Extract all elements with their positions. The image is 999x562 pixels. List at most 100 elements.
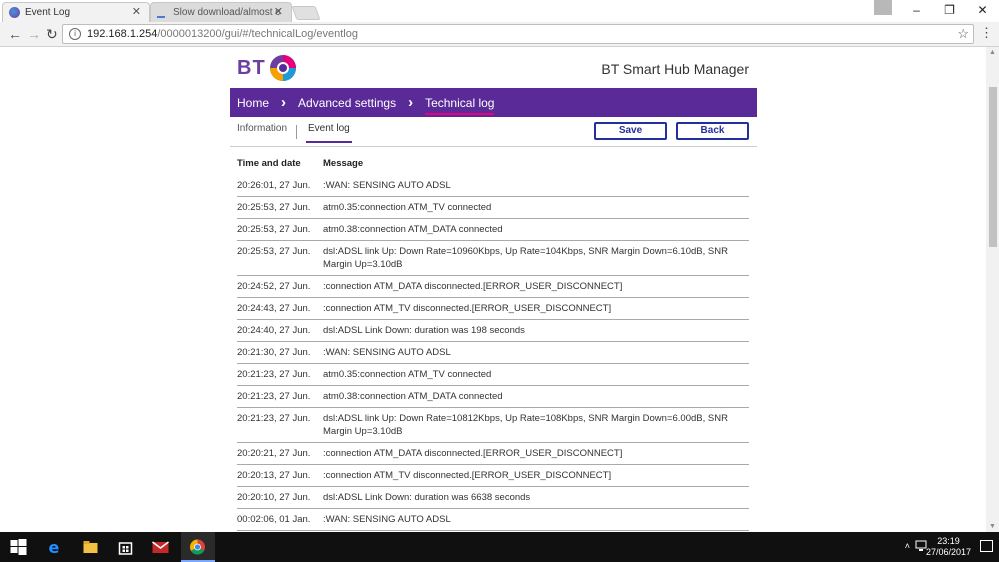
close-tab-icon[interactable]: ✕ [132, 5, 141, 18]
table-row: 20:24:40, 27 Jun. dsl:ADSL Link Down: dur… [237, 320, 749, 342]
table-header: Time and date Message [237, 151, 749, 175]
url-path: /0000013200/gui/#/technicalLog/eventlog [157, 28, 358, 40]
log-message: :connection ATM_DATA disconnected.[ERROR… [323, 448, 623, 459]
log-time: 20:24:40, 27 Jun. [237, 325, 311, 336]
mail-icon[interactable] [152, 539, 169, 555]
table-row: 20:24:43, 27 Jun. :connection ATM_TV disc… [237, 298, 749, 320]
table-row: 20:20:10, 27 Jun. dsl:ADSL Link Down: dur… [237, 487, 749, 509]
bookmark-star-icon[interactable]: ☆ [957, 26, 969, 42]
notifications-icon[interactable] [980, 540, 993, 552]
log-message: atm0.38:connection ATM_DATA connected [323, 391, 503, 402]
window-controls: – ❐ ✕ [900, 0, 999, 22]
browser-toolbar: ← → ↻ i 192.168.1.254/0000013200/gui/#/t… [0, 22, 999, 47]
log-time: 20:25:53, 27 Jun. [237, 224, 311, 235]
edge-browser-icon[interactable]: e [47, 539, 64, 555]
profile-icon[interactable] [874, 0, 892, 15]
browser-tab-slow-download[interactable]: Slow download/almost c ✕ [150, 2, 292, 22]
file-explorer-icon[interactable] [82, 539, 99, 555]
log-time: 20:20:13, 27 Jun. [237, 470, 311, 481]
back-arrow-icon[interactable]: ← [8, 26, 22, 42]
column-header-time: Time and date [237, 157, 301, 169]
log-message: atm0.35:connection ATM_TV connected [323, 369, 492, 380]
bt-logo-text: BT [237, 56, 266, 79]
log-message: :WAN: SENSING AUTO ADSL [323, 347, 451, 358]
log-message: :WAN: SENSING AUTO ADSL [323, 514, 451, 525]
reload-icon[interactable]: ↻ [46, 26, 58, 43]
tab-divider [296, 125, 297, 139]
table-row: 20:25:53, 27 Jun. dsl:ADSL link Up: Down … [237, 241, 749, 276]
log-time: 20:20:21, 27 Jun. [237, 448, 311, 459]
chevron-right-icon: › [408, 94, 414, 111]
svg-text:e: e [49, 539, 60, 555]
chrome-icon [190, 539, 205, 555]
breadcrumb: Home › Advanced settings › Technical log [230, 88, 757, 117]
windows-start-icon[interactable] [10, 539, 27, 555]
scroll-up-icon[interactable]: ▲ [989, 49, 996, 56]
close-tab-icon[interactable]: ✕ [274, 5, 283, 18]
log-message: :connection ATM_TV disconnected.[ERROR_U… [323, 470, 612, 481]
menu-icon[interactable]: ⋮ [980, 26, 993, 40]
log-time: 20:25:53, 27 Jun. [237, 202, 311, 213]
table-row: 20:20:21, 27 Jun. :connection ATM_DATA di… [237, 443, 749, 465]
log-message: :connection ATM_TV disconnected.[ERROR_U… [323, 303, 612, 314]
save-button[interactable]: Save [594, 122, 667, 140]
breadcrumb-home[interactable]: Home [237, 96, 269, 110]
clock-time: 23:19 [937, 536, 960, 546]
log-time: 20:24:43, 27 Jun. [237, 303, 311, 314]
log-time: 20:21:23, 27 Jun. [237, 369, 311, 380]
tab-title: Slow download/almost c [173, 7, 281, 18]
table-row: 20:25:53, 27 Jun. atm0.35:connection ATM_… [237, 197, 749, 219]
minimize-button[interactable]: – [900, 0, 933, 22]
table-row: 20:21:23, 27 Jun. atm0.38:connection ATM_… [237, 386, 749, 408]
table-row: 20:21:23, 27 Jun. atm0.35:connection ATM_… [237, 364, 749, 386]
log-time: 20:25:53, 27 Jun. [237, 246, 311, 257]
browser-tabstrip: Event Log ✕ Slow download/almost c ✕ – ❐… [0, 0, 999, 22]
scroll-down-icon[interactable]: ▼ [989, 523, 996, 530]
breadcrumb-technical-log[interactable]: Technical log [425, 96, 495, 115]
table-row: 20:21:23, 27 Jun. dsl:ADSL link Up: Down … [237, 408, 749, 443]
bt-logo: BT [237, 53, 298, 83]
tab-information[interactable]: Information [237, 123, 287, 134]
breadcrumb-advanced-settings[interactable]: Advanced settings [298, 96, 396, 110]
loading-favicon-icon [157, 16, 165, 18]
log-message: atm0.38:connection ATM_DATA connected [323, 224, 503, 235]
close-window-button[interactable]: ✕ [966, 0, 999, 22]
page-title: BT Smart Hub Manager [601, 61, 749, 77]
new-tab-button[interactable] [291, 6, 321, 20]
log-time: 20:21:30, 27 Jun. [237, 347, 311, 358]
page-scrollbar[interactable]: ▲ ▼ [986, 47, 999, 532]
chevron-up-icon[interactable]: ˄ [905, 541, 910, 551]
browser-tab-event-log[interactable]: Event Log ✕ [2, 2, 150, 22]
clock[interactable]: 23:19 27/06/2017 [926, 536, 971, 558]
column-header-message: Message [323, 157, 364, 169]
tab-event-log[interactable]: Event log [306, 123, 352, 143]
log-message: dsl:ADSL link Up: Down Rate=10960Kbps, U… [323, 246, 728, 270]
log-message: atm0.35:connection ATM_TV connected [323, 202, 492, 213]
back-button[interactable]: Back [676, 122, 749, 140]
table-row: 20:26:01, 27 Jun.:WAN: SENSING AUTO ADSL [237, 175, 749, 197]
forward-arrow-icon[interactable]: → [27, 26, 41, 42]
log-message: :connection ATM_DATA disconnected.[ERROR… [323, 281, 623, 292]
subnav: Information Event log Save Back [230, 117, 757, 147]
store-icon[interactable] [117, 539, 134, 555]
restore-button[interactable]: ❐ [933, 0, 966, 22]
chrome-taskbar-button[interactable] [181, 532, 215, 562]
table-row: 20:20:13, 27 Jun. :connection ATM_TV disc… [237, 465, 749, 487]
table-row: 20:25:53, 27 Jun. atm0.38:connection ATM_… [237, 219, 749, 241]
table-row: 20:21:30, 27 Jun. :WAN: SENSING AUTO ADSL [237, 342, 749, 364]
log-message: dsl:ADSL link Up: Down Rate=10812Kbps, U… [323, 413, 728, 437]
scrollbar-thumb[interactable] [989, 87, 997, 247]
address-bar[interactable]: i 192.168.1.254/0000013200/gui/#/technic… [62, 24, 974, 44]
log-time: 20:20:10, 27 Jun. [237, 492, 311, 503]
tab-title: Event Log [25, 7, 71, 18]
log-time: 00:02:06, 01 Jan. [237, 514, 311, 525]
log-time: 20:21:23, 27 Jun. [237, 413, 311, 424]
info-icon[interactable]: i [69, 28, 81, 40]
log-message: :WAN: SENSING AUTO ADSL [323, 180, 451, 191]
table-row: 00:02:06, 01 Jan. :WAN: SENSING AUTO ADSL [237, 509, 749, 531]
bt-favicon-icon [9, 7, 20, 18]
taskbar: e ˄ 23:19 27/06/2017 [0, 532, 999, 562]
log-time: 20:24:52, 27 Jun. [237, 281, 311, 292]
event-log-table: Time and date Message 20:26:01, 27 Jun.:… [237, 151, 749, 532]
log-message: dsl:ADSL Link Down: duration was 198 sec… [323, 325, 525, 336]
